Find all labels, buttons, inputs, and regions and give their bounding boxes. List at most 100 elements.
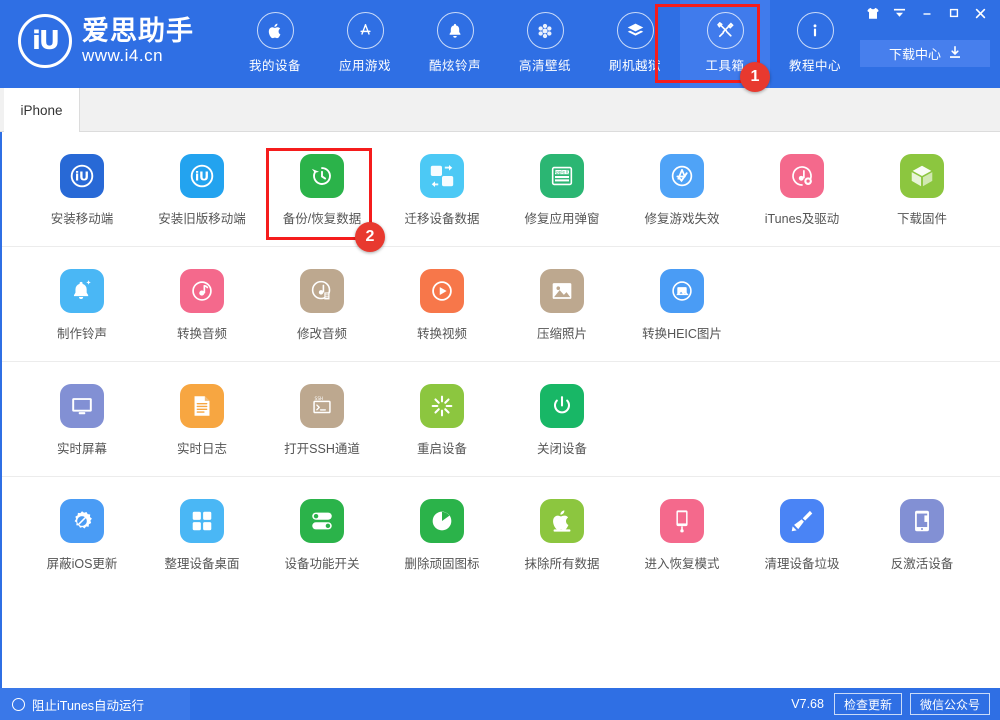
tool-clean-junk[interactable]: 清理设备垃圾 bbox=[742, 477, 862, 572]
app-window: iU 爱思助手 www.i4.cn 我的设备 应用游戏 bbox=[0, 0, 1000, 720]
wechat-button[interactable]: 微信公众号 bbox=[910, 693, 990, 715]
tool-label: 抹除所有数据 bbox=[524, 553, 599, 572]
nav-label: 刷机越狱 bbox=[609, 55, 661, 74]
bell-icon bbox=[437, 12, 474, 49]
block-itunes-checkbox[interactable]: 阻止iTunes自动运行 bbox=[0, 688, 190, 720]
backup-restore-icon bbox=[300, 154, 344, 198]
tool-convert-audio[interactable]: 转换音频 bbox=[142, 247, 262, 342]
skin-icon[interactable] bbox=[859, 2, 886, 24]
window-controls bbox=[859, 2, 994, 24]
tool-label: 制作铃声 bbox=[57, 323, 107, 342]
tool-fix-game[interactable]: 修复游戏失效 bbox=[622, 132, 742, 227]
tab-iphone[interactable]: iPhone bbox=[4, 88, 80, 132]
make-ringtone-icon bbox=[60, 269, 104, 313]
convert-audio-icon bbox=[180, 269, 224, 313]
tool-row: 屏蔽iOS更新 整理设备桌面 设备功能开关 删除顽固图标 bbox=[2, 477, 1000, 592]
annotation-badge-1: 1 bbox=[740, 62, 770, 92]
tool-make-ringtone[interactable]: 制作铃声 bbox=[22, 247, 142, 342]
i4-app-icon: iU bbox=[60, 154, 104, 198]
apple-id-card-icon: Apple ID bbox=[540, 154, 584, 198]
tool-live-screen[interactable]: 实时屏幕 bbox=[22, 362, 142, 457]
nav-item-my-device[interactable]: 我的设备 bbox=[230, 0, 320, 88]
maximize-icon[interactable] bbox=[940, 2, 967, 24]
tool-label: 实时日志 bbox=[177, 438, 227, 457]
tool-install-mobile[interactable]: iU 安装移动端 bbox=[22, 132, 142, 227]
toolbox-grid: iU 安装移动端 iU 安装旧版移动端 备份/恢复数据 迁移设 bbox=[0, 132, 1000, 688]
tool-label: 删除顽固图标 bbox=[404, 553, 479, 572]
tool-download-firmware[interactable]: 下载固件 bbox=[862, 132, 982, 227]
tool-fix-app-popup[interactable]: Apple ID 修复应用弹窗 bbox=[502, 132, 622, 227]
tool-block-ios-update[interactable]: 屏蔽iOS更新 bbox=[22, 477, 142, 572]
tab-label: iPhone bbox=[20, 103, 62, 118]
erase-all-icon bbox=[540, 499, 584, 543]
appstore-fix-icon bbox=[660, 154, 704, 198]
svg-text:Apple ID: Apple ID bbox=[554, 169, 571, 174]
tool-label: 压缩照片 bbox=[537, 323, 587, 342]
tool-label: 转换视频 bbox=[417, 323, 467, 342]
tool-reboot-device[interactable]: 重启设备 bbox=[382, 362, 502, 457]
minimize-icon[interactable] bbox=[913, 2, 940, 24]
tool-delete-stubborn-icon[interactable]: 删除顽固图标 bbox=[382, 477, 502, 572]
tool-label: 安装移动端 bbox=[51, 208, 114, 227]
nav-item-ringtones[interactable]: 酷炫铃声 bbox=[410, 0, 500, 88]
tool-migrate-data[interactable]: 迁移设备数据 bbox=[382, 132, 502, 227]
nav-label: 教程中心 bbox=[789, 55, 841, 74]
nav-item-tutorials[interactable]: 教程中心 bbox=[770, 0, 860, 88]
tool-backup-restore[interactable]: 备份/恢复数据 bbox=[262, 132, 382, 227]
tool-itunes-driver[interactable]: iTunes及驱动 bbox=[742, 132, 862, 227]
download-center-button[interactable]: 下载中心 bbox=[860, 40, 990, 67]
nav-item-flash-jailbreak[interactable]: 刷机越狱 bbox=[590, 0, 680, 88]
tool-label: 修改音频 bbox=[297, 323, 347, 342]
app-logo: iU 爱思助手 www.i4.cn bbox=[18, 14, 194, 68]
tool-organize-desktop[interactable]: 整理设备桌面 bbox=[142, 477, 262, 572]
tool-convert-video[interactable]: 转换视频 bbox=[382, 247, 502, 342]
tool-label: 迁移设备数据 bbox=[404, 208, 479, 227]
tool-install-old-mobile[interactable]: iU 安装旧版移动端 bbox=[142, 132, 262, 227]
tool-deactivate-device[interactable]: 反激活设备 bbox=[862, 477, 982, 572]
tool-label: iTunes及驱动 bbox=[765, 208, 840, 227]
block-itunes-label: 阻止iTunes自动运行 bbox=[32, 695, 144, 714]
close-icon[interactable] bbox=[967, 2, 994, 24]
tool-label: 实时屏幕 bbox=[57, 438, 107, 457]
tool-label: 屏蔽iOS更新 bbox=[47, 553, 118, 572]
live-log-icon bbox=[180, 384, 224, 428]
logo-mark: iU bbox=[18, 14, 72, 68]
tool-compress-photo[interactable]: 压缩照片 bbox=[502, 247, 622, 342]
tool-recovery-mode[interactable]: 进入恢复模式 bbox=[622, 477, 742, 572]
tool-power-off[interactable]: 关闭设备 bbox=[502, 362, 622, 457]
tool-label: 清理设备垃圾 bbox=[764, 553, 839, 572]
tool-row: 实时屏幕 实时日志 SSH 打开SSH通道 重启设备 bbox=[2, 362, 1000, 477]
tool-label: 转换HEIC图片 bbox=[642, 323, 722, 342]
tool-label: 转换音频 bbox=[177, 323, 227, 342]
feature-toggle-icon bbox=[300, 499, 344, 543]
convert-heic-icon bbox=[660, 269, 704, 313]
tool-label: 备份/恢复数据 bbox=[283, 208, 361, 227]
tool-convert-heic[interactable]: 转换HEIC图片 bbox=[622, 247, 742, 342]
menu-icon[interactable] bbox=[886, 2, 913, 24]
nav-item-wallpapers[interactable]: 高清壁纸 bbox=[500, 0, 590, 88]
tool-label: 设备功能开关 bbox=[284, 553, 359, 572]
tool-label: 重启设备 bbox=[417, 438, 467, 457]
check-update-button[interactable]: 检查更新 bbox=[834, 693, 902, 715]
migrate-data-icon bbox=[420, 154, 464, 198]
download-center-label: 下载中心 bbox=[889, 44, 941, 63]
tool-ssh-tunnel[interactable]: SSH 打开SSH通道 bbox=[262, 362, 382, 457]
svg-text:iU: iU bbox=[195, 170, 209, 184]
tool-edit-audio[interactable]: 修改音频 bbox=[262, 247, 382, 342]
organize-desktop-icon bbox=[180, 499, 224, 543]
nav-label: 高清壁纸 bbox=[519, 55, 571, 74]
power-off-icon bbox=[540, 384, 584, 428]
tool-erase-all-data[interactable]: 抹除所有数据 bbox=[502, 477, 622, 572]
apple-icon bbox=[257, 12, 294, 49]
tool-live-log[interactable]: 实时日志 bbox=[142, 362, 262, 457]
nav-item-apps-games[interactable]: 应用游戏 bbox=[320, 0, 410, 88]
firmware-box-icon bbox=[900, 154, 944, 198]
tool-label: 反激活设备 bbox=[891, 553, 954, 572]
tool-feature-toggle[interactable]: 设备功能开关 bbox=[262, 477, 382, 572]
app-header: iU 爱思助手 www.i4.cn 我的设备 应用游戏 bbox=[0, 0, 1000, 88]
tool-label: 打开SSH通道 bbox=[284, 438, 360, 457]
tab-bar: iPhone bbox=[0, 88, 1000, 132]
appstore-icon bbox=[347, 12, 384, 49]
flower-icon bbox=[527, 12, 564, 49]
itunes-driver-icon bbox=[780, 154, 824, 198]
